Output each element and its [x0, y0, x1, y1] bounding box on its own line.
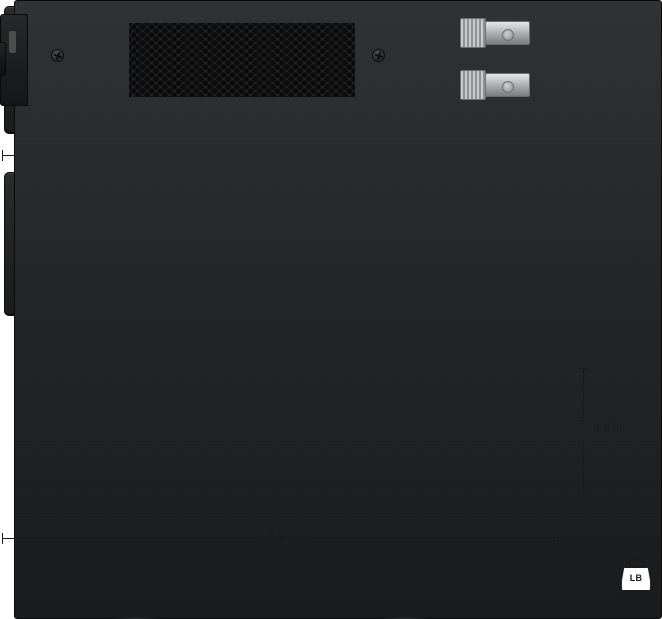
side-body	[14, 0, 662, 619]
side-knob-profile	[0, 42, 6, 76]
weight-unit-label: LB	[629, 573, 643, 583]
product-dimensions-diagram: PUSH Amphenol	[0, 0, 662, 619]
side-xlr-latch	[9, 31, 16, 53]
weight-badge: LB 2.65 lb	[614, 556, 658, 614]
side-bnc-top	[460, 18, 530, 48]
dimension-depth: 7 in	[2, 532, 555, 544]
dimension-depth-label: 7 in	[267, 532, 286, 544]
dimension-height: 1.8 in	[578, 368, 622, 494]
side-bnc-bottom	[460, 70, 530, 100]
dimension-height-label: 1.8 in	[594, 423, 623, 435]
side-panel-view	[0, 0, 662, 619]
ventilation-grille	[129, 23, 355, 97]
side-screw-left	[51, 49, 64, 62]
weight-value-label: 2.65 lb	[618, 595, 654, 607]
side-screw-right	[372, 49, 385, 62]
